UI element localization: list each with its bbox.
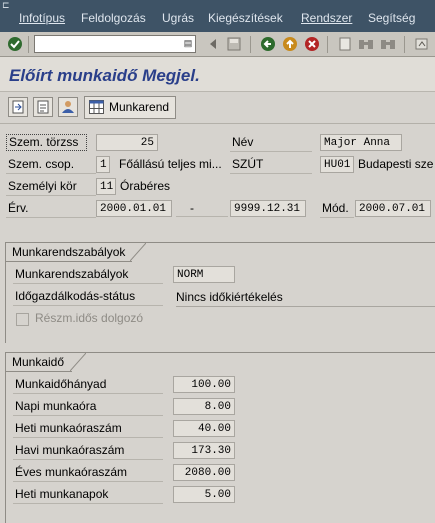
back-button[interactable] (259, 35, 277, 53)
cancel-x-icon (305, 37, 319, 51)
worktime-row-field[interactable]: 5.00 (173, 486, 235, 503)
command-history-icon[interactable]: ▤ (183, 37, 193, 50)
worktime-row-label: Éves munkaóraszám (13, 464, 163, 482)
toolbar-divider (250, 36, 251, 53)
binoculars-plus-icon (381, 40, 395, 49)
szut-text: Budapesti sze (358, 157, 434, 171)
exit-up-icon (283, 37, 297, 51)
szem-torzss-label: Szem. törzss (6, 134, 87, 151)
erv-label: Érv. (6, 200, 96, 218)
szem-csop-text: Főállású teljes mi... (119, 157, 222, 171)
standard-toolbar: ▤ (0, 32, 435, 57)
find-button[interactable] (357, 35, 375, 53)
menu-infotipus[interactable]: Infotípus (19, 11, 65, 25)
menu-infotipus-label: Infotípus (19, 11, 66, 25)
command-field[interactable]: ▤ (34, 35, 196, 53)
szem-csop-code-field[interactable]: 1 (96, 156, 110, 173)
munkarend-rule-field[interactable]: NORM (173, 266, 235, 283)
szem-kor-text: Órabéres (120, 179, 171, 193)
menu-feldolgozas-label: Feldolgozás (81, 11, 146, 25)
page-title: Előírt munkaidő Megjel. (9, 66, 200, 85)
mod-field[interactable]: 2000.07.01 (355, 200, 431, 217)
calendar-grid-icon (89, 100, 104, 114)
worktime-row-field[interactable]: 173.30 (173, 442, 235, 459)
menu-ugras[interactable]: Ugrás (162, 11, 194, 25)
worktime-row-field[interactable]: 100.00 (173, 376, 235, 393)
cancel-button[interactable] (303, 35, 321, 53)
system-menu-icon[interactable]: ⊏ (2, 1, 12, 10)
szut-label: SZÚT (230, 156, 312, 174)
nev-field[interactable]: Major Anna (320, 134, 402, 151)
mod-label: Mód. (320, 200, 354, 218)
toolbar-separator (0, 123, 435, 124)
worktime-row-label: Heti munkaóraszám (13, 420, 163, 438)
szem-csop-label: Szem. csop. (6, 156, 96, 174)
worktime-row-field[interactable]: 8.00 (173, 398, 235, 415)
save-icon (227, 37, 241, 51)
menu-bar: ⊏ Infotípus Feldolgozás Ugrás Kiegészíté… (0, 0, 435, 32)
menu-segitseg-label: Segítség (368, 11, 416, 25)
menu-rendszer-label: Rendszer (301, 11, 353, 25)
title-bar: Előírt munkaidő Megjel. (0, 57, 435, 92)
print-button[interactable] (336, 35, 354, 53)
time-status-label: Időgazdálkodás-státus (13, 288, 163, 306)
szem-kor-code-field[interactable]: 11 (96, 178, 116, 195)
szem-kor-label: Személyi kör (6, 178, 96, 196)
nev-label: Név (230, 134, 312, 152)
page-up-icon (415, 38, 428, 50)
exit-button[interactable] (281, 35, 299, 53)
menu-kiegeszitesek[interactable]: Kiegészítések (208, 11, 283, 25)
worktime-row-field[interactable]: 2080.00 (173, 464, 235, 481)
menu-rendszer[interactable]: Rendszer (301, 11, 352, 25)
toolbar-divider (404, 36, 405, 53)
personnel-button[interactable] (58, 97, 78, 117)
menu-ugras-label: Ugrás (162, 11, 195, 25)
menu-kiegeszitesek-label: Kiegészítések (208, 11, 283, 25)
munkarend-button[interactable]: Munkarend (84, 96, 177, 119)
erv-to-field[interactable]: 9999.12.31 (230, 200, 306, 217)
szut-code-field[interactable]: HU01 (320, 156, 354, 173)
first-page-button[interactable] (413, 35, 431, 53)
group-tab-edge (130, 243, 146, 261)
check-icon (8, 37, 22, 51)
toolbar-divider (28, 36, 29, 53)
enter-button[interactable] (6, 35, 24, 53)
binoculars-icon (359, 40, 373, 49)
worktime-row-field[interactable]: 40.00 (173, 420, 235, 437)
worktime-row-label: Heti munkanapok (13, 486, 163, 504)
erv-from-field[interactable]: 2000.01.01 (96, 200, 172, 217)
worktime-row-label: Havi munkaóraszám (13, 442, 163, 460)
group-tab-edge (70, 353, 86, 371)
find-next-button[interactable] (379, 35, 397, 53)
erv-dash: - (176, 200, 228, 217)
back-arrow-icon (261, 37, 275, 51)
time-status-value: Nincs időkiértékelés (176, 289, 435, 307)
munkarend-button-label: Munkarend (109, 100, 170, 114)
worktime-row-label: Napi munkaóra (13, 398, 163, 416)
expand-command-button[interactable] (204, 35, 222, 53)
szem-torzss-field[interactable]: 25 (96, 134, 158, 151)
menu-feldolgozas[interactable]: Feldolgozás (81, 11, 146, 25)
toolbar-divider (327, 36, 328, 53)
part-time-label: Részm.idős dolgozó (35, 311, 144, 325)
print-icon (339, 37, 351, 51)
group-tab-underline (6, 261, 132, 262)
munkaido-group-title: Munkaidő (6, 353, 81, 371)
other-infotype-button[interactable] (8, 97, 28, 117)
part-time-checkbox[interactable] (16, 313, 29, 326)
document-arrow-icon (12, 100, 24, 114)
group-tab-underline (6, 371, 72, 372)
menu-segitseg[interactable]: Segítség (368, 11, 415, 25)
triangle-left-icon (210, 39, 216, 49)
save-button[interactable] (225, 35, 243, 53)
munkarend-group-title: Munkarendszabályok (6, 243, 142, 261)
munkarend-rule-label: Munkarendszabályok (13, 266, 163, 284)
overview-button[interactable] (33, 97, 53, 117)
document-list-icon (37, 100, 49, 114)
person-icon (62, 101, 74, 113)
worktime-row-label: Munkaidőhányad (13, 376, 163, 394)
